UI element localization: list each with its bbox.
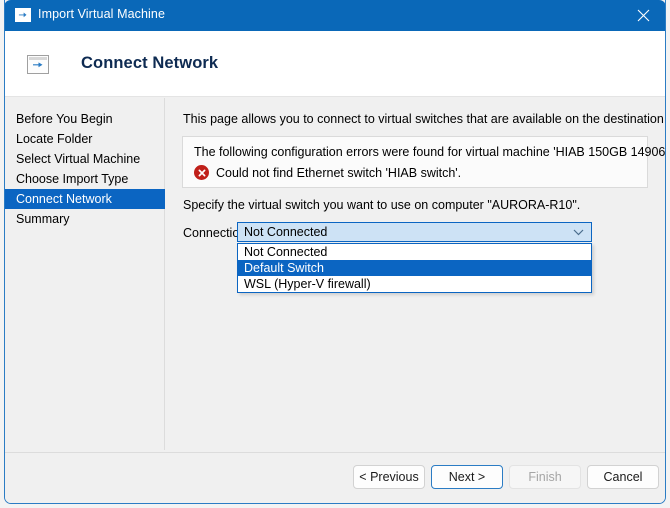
import-virtual-machine-dialog: Import Virtual Machine Connect Network B… — [4, 0, 666, 504]
connect-network-icon — [27, 55, 49, 74]
connection-combobox[interactable]: Not Connected — [237, 222, 592, 242]
sidebar-item-summary[interactable]: Summary — [5, 209, 164, 229]
sidebar-item-label: Summary — [16, 212, 69, 226]
dropdown-option-label: WSL (Hyper-V firewall) — [244, 277, 371, 291]
connection-selected-value: Not Connected — [244, 225, 327, 239]
cancel-button[interactable]: Cancel — [587, 465, 659, 489]
intro-text: This page allows you to connect to virtu… — [183, 112, 666, 126]
close-icon[interactable] — [620, 0, 666, 31]
footer-bar: < Previous Next > Finish Cancel — [5, 453, 665, 503]
error-headline: The following configuration errors were … — [194, 145, 666, 159]
wizard-steps-sidebar: Before You Begin Locate Folder Select Vi… — [5, 98, 165, 450]
sidebar-item-label: Before You Begin — [16, 112, 113, 126]
specify-switch-text: Specify the virtual switch you want to u… — [183, 198, 580, 212]
dropdown-option-not-connected[interactable]: Not Connected — [238, 244, 591, 260]
dropdown-option-label: Default Switch — [244, 261, 324, 275]
main-content: This page allows you to connect to virtu… — [166, 98, 665, 450]
sidebar-item-connect-network[interactable]: Connect Network — [5, 189, 165, 209]
title-bar: Import Virtual Machine — [4, 0, 666, 31]
connection-dropdown-list[interactable]: Not Connected Default Switch WSL (Hyper-… — [237, 243, 592, 293]
sidebar-item-before-you-begin[interactable]: Before You Begin — [5, 109, 164, 129]
previous-button[interactable]: < Previous — [353, 465, 425, 489]
next-button[interactable]: Next > — [431, 465, 503, 489]
finish-button: Finish — [509, 465, 581, 489]
sidebar-item-label: Locate Folder — [16, 132, 92, 146]
dropdown-option-default-switch[interactable]: Default Switch — [238, 260, 591, 276]
sidebar-item-select-virtual-machine[interactable]: Select Virtual Machine — [5, 149, 164, 169]
sidebar-item-label: Choose Import Type — [16, 172, 128, 186]
page-header: Connect Network — [5, 31, 665, 97]
dropdown-option-wsl-hyper-v-firewall[interactable]: WSL (Hyper-V firewall) — [238, 276, 591, 292]
error-message: Could not find Ethernet switch 'HIAB swi… — [216, 166, 461, 180]
configuration-errors-box: The following configuration errors were … — [182, 136, 648, 188]
error-row: Could not find Ethernet switch 'HIAB swi… — [194, 165, 461, 180]
sidebar-item-choose-import-type[interactable]: Choose Import Type — [5, 169, 164, 189]
sidebar-item-label: Select Virtual Machine — [16, 152, 140, 166]
import-vm-icon — [15, 8, 31, 22]
dropdown-option-label: Not Connected — [244, 245, 327, 259]
sidebar-item-locate-folder[interactable]: Locate Folder — [5, 129, 164, 149]
window-title: Import Virtual Machine — [38, 7, 165, 21]
sidebar-item-label: Connect Network — [16, 192, 112, 206]
error-circle-icon — [194, 165, 209, 180]
page-title: Connect Network — [81, 54, 218, 73]
chevron-down-icon[interactable] — [573, 229, 584, 236]
